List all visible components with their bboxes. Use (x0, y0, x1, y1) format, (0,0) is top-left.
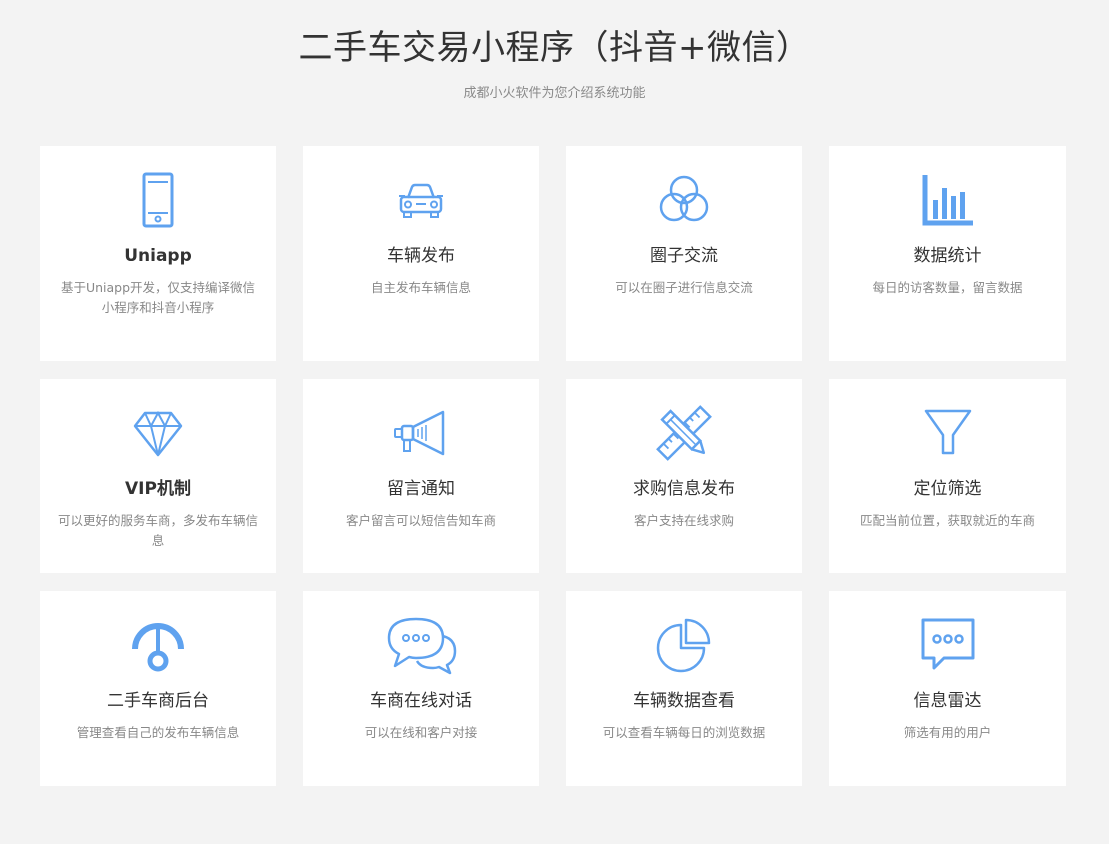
feature-desc: 客户留言可以短信告知车商 (345, 513, 496, 528)
page-title: 二手车交易小程序（抖音+微信） (298, 28, 811, 68)
feature-desc: 可以查看车辆每日的浏览数据 (602, 725, 766, 740)
feature-title: 留言通知 (387, 479, 455, 499)
circles-icon (566, 170, 802, 230)
feature-card-statistics[interactable]: 数据统计 每日的访客数量，留言数据 (829, 146, 1066, 361)
feature-desc: 可以更好的服务车商，多发布车辆信息 (58, 513, 259, 548)
feature-desc: 自主发布车辆信息 (370, 280, 471, 295)
feature-card-dealer-backend[interactable]: 二手车商后台 管理查看自己的发布车辆信息 (40, 591, 276, 786)
feature-desc: 客户支持在线求购 (633, 513, 734, 528)
ruler-pencil-icon (566, 403, 802, 463)
feature-card-circle[interactable]: 圈子交流 可以在圈子进行信息交流 (566, 146, 802, 361)
feature-card-purchase-request[interactable]: 求购信息发布 客户支持在线求购 (566, 379, 802, 573)
feature-desc: 每日的访客数量，留言数据 (872, 280, 1023, 295)
feature-title: 车辆数据查看 (633, 691, 735, 711)
page-header: 二手车交易小程序（抖音+微信） 成都小火软件为您介绍系统功能 (0, 0, 1109, 102)
feature-title: Uniapp (124, 246, 192, 266)
feature-card-info-radar[interactable]: 信息雷达 筛选有用的用户 (829, 591, 1066, 786)
feature-title: 圈子交流 (650, 246, 718, 266)
feature-title: 定位筛选 (913, 479, 982, 499)
feature-title: 求购信息发布 (633, 479, 735, 499)
feature-card-vip[interactable]: VIP机制 可以更好的服务车商，多发布车辆信息 (40, 379, 276, 573)
feature-desc: 筛选有用的用户 (903, 725, 992, 740)
feature-card-uniapp[interactable]: Uniapp 基于Uniapp开发，仅支持编译微信小程序和抖音小程序 (40, 146, 276, 361)
bar-chart-icon (829, 170, 1066, 230)
megaphone-icon (303, 403, 539, 463)
phone-icon (40, 170, 276, 230)
feature-desc: 基于Uniapp开发，仅支持编译微信小程序和抖音小程序 (60, 280, 256, 315)
feature-title: 数据统计 (913, 246, 982, 266)
gauge-icon (40, 615, 276, 675)
feature-title: 二手车商后台 (107, 691, 209, 711)
page-subtitle: 成都小火软件为您介绍系统功能 (463, 86, 646, 101)
pie-chart-icon (566, 615, 802, 675)
feature-desc: 匹配当前位置，获取就近的车商 (859, 513, 1035, 528)
feature-card-location-filter[interactable]: 定位筛选 匹配当前位置，获取就近的车商 (829, 379, 1066, 573)
feature-title: 信息雷达 (913, 691, 982, 711)
feature-desc: 管理查看自己的发布车辆信息 (76, 725, 240, 740)
feature-card-dealer-chat[interactable]: 车商在线对话 可以在线和客户对接 (303, 591, 539, 786)
car-icon (303, 170, 539, 230)
feature-desc: 可以在线和客户对接 (364, 725, 478, 740)
diamond-icon (40, 403, 276, 463)
feature-grid: Uniapp 基于Uniapp开发，仅支持编译微信小程序和抖音小程序 车辆发布 … (40, 146, 1066, 786)
feature-card-vehicle-publish[interactable]: 车辆发布 自主发布车辆信息 (303, 146, 539, 361)
feature-card-vehicle-data[interactable]: 车辆数据查看 可以查看车辆每日的浏览数据 (566, 591, 802, 786)
feature-title: 车辆发布 (387, 246, 455, 266)
feature-card-message-notify[interactable]: 留言通知 客户留言可以短信告知车商 (303, 379, 539, 573)
message-icon (829, 615, 1066, 675)
funnel-icon (829, 403, 1066, 463)
feature-desc: 可以在圈子进行信息交流 (615, 280, 753, 295)
feature-title: VIP机制 (125, 479, 191, 499)
feature-title: 车商在线对话 (370, 691, 472, 711)
chat-bubbles-icon (303, 615, 539, 675)
